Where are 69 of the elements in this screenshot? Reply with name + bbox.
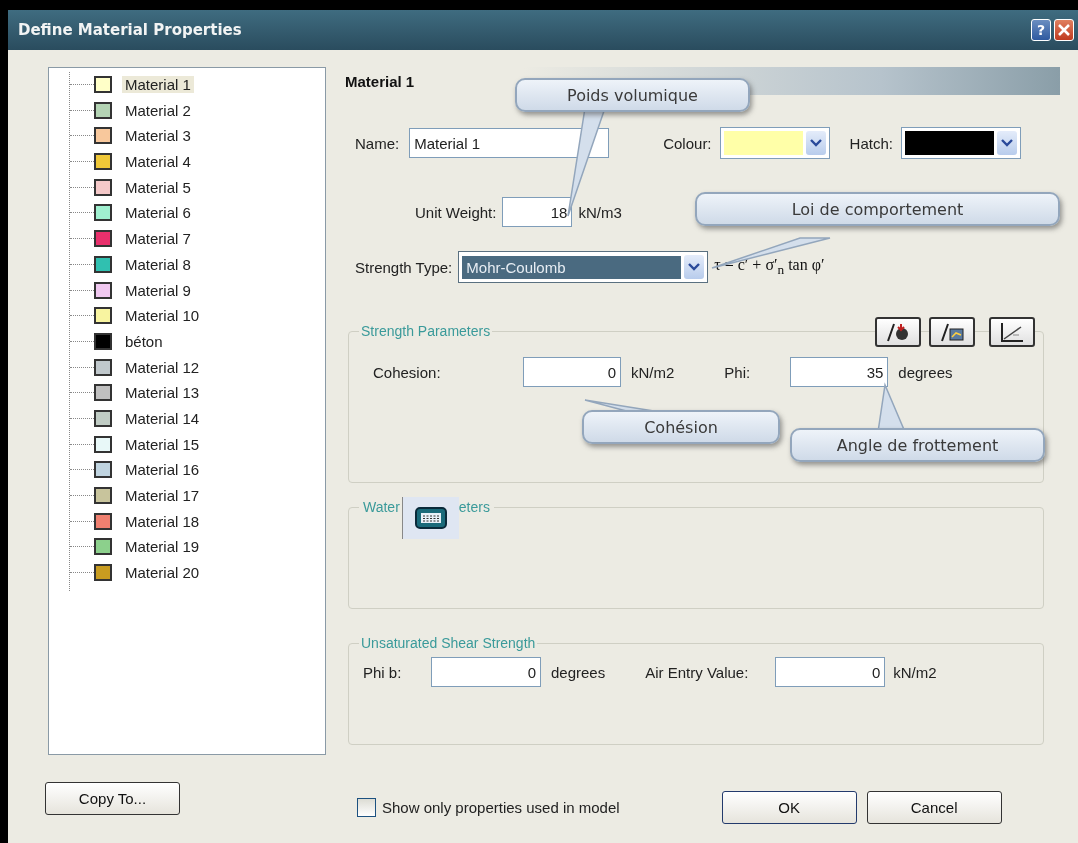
unit-label: degrees (551, 663, 606, 681)
material-item[interactable]: Material 5 (122, 178, 194, 196)
unit-label: degrees (898, 363, 953, 381)
parameter-label: Phi b: (363, 663, 403, 681)
material-item[interactable]: Material 3 (122, 127, 194, 145)
parameter-field[interactable]: 0 (523, 357, 621, 387)
unit-label: kN/m3 (578, 203, 622, 221)
tool-button[interactable] (929, 317, 975, 347)
material-item[interactable]: béton (122, 332, 166, 350)
parameter-label: Phi: (724, 363, 752, 381)
material-item[interactable]: Material 10 (122, 307, 203, 325)
hatch-dropdown[interactable] (900, 127, 1021, 159)
callout: Angle de frottement (790, 428, 1045, 462)
close-button[interactable] (1054, 19, 1074, 41)
material-item[interactable]: Material 9 (122, 281, 194, 299)
callout: Poids volumique (515, 78, 750, 112)
colour-dropdown[interactable] (719, 127, 830, 159)
material-item[interactable]: Material 6 (122, 204, 194, 222)
cancel-button[interactable]: Cancel (866, 791, 1002, 824)
tool-button[interactable] (989, 317, 1035, 347)
name-label: Name: (355, 134, 400, 152)
window-title: Define Material Properties (18, 21, 242, 39)
material-item[interactable]: Material 19 (122, 538, 203, 556)
colour-label: Colour: (663, 134, 712, 152)
material-item[interactable]: Material 18 (122, 512, 203, 530)
material-item[interactable]: Material 1 (122, 76, 194, 93)
function-icon (885, 321, 911, 343)
material-item[interactable]: Material 20 (122, 564, 203, 582)
calculator-icon (414, 506, 447, 530)
material-heading: Material 1 (345, 72, 415, 90)
group-title: eters (457, 499, 491, 515)
callout: Cohésion (582, 410, 780, 444)
material-item[interactable]: Material 4 (122, 153, 194, 171)
parameter-field[interactable]: 0 (431, 657, 541, 687)
checkbox-label: Show only properties used in model (382, 799, 620, 816)
material-item[interactable]: Material 2 (122, 101, 194, 119)
unit-weight-field[interactable]: 18 (502, 197, 573, 227)
parameter-label: Air Entry Value: (645, 663, 750, 681)
ok-button[interactable]: OK (721, 791, 857, 824)
callout: Loi de comportement (695, 192, 1060, 226)
material-item[interactable]: Material 14 (122, 409, 203, 427)
close-icon (1057, 23, 1071, 37)
parameter-field[interactable]: 0 (775, 657, 886, 687)
group-title: Water (362, 499, 401, 515)
checkbox[interactable] (357, 798, 376, 817)
strength-type-label: Strength Type: (355, 258, 453, 276)
tool-button[interactable] (875, 317, 921, 347)
material-item[interactable]: Material 16 (122, 461, 203, 479)
chart-icon (939, 321, 965, 343)
group-title: Unsaturated Shear Strength (360, 635, 537, 651)
unit-label: kN/m2 (893, 663, 937, 681)
graph-icon (999, 321, 1025, 343)
material-item[interactable]: Material 15 (122, 435, 203, 453)
material-item[interactable]: Material 12 (122, 358, 203, 376)
help-button[interactable]: ? (1031, 19, 1051, 41)
hatch-label: Hatch: (849, 134, 893, 152)
unit-label: kN/m2 (631, 363, 675, 381)
material-item[interactable]: Material 13 (122, 384, 203, 402)
parameter-field[interactable]: 35 (790, 357, 889, 387)
parameter-label: Cohesion: (373, 363, 442, 381)
material-item[interactable]: Material 8 (122, 255, 194, 273)
copy-to-button[interactable]: Copy To... (45, 782, 180, 815)
calculator-button[interactable] (401, 497, 459, 539)
material-item[interactable]: Material 7 (122, 230, 194, 248)
name-field[interactable]: Material 1 (409, 128, 610, 158)
material-item[interactable]: Material 17 (122, 487, 203, 504)
unit-weight-label: Unit Weight: (415, 203, 497, 221)
group-title: Strength Parameters (360, 323, 492, 339)
strength-type-dropdown[interactable]: Mohr-Coulomb (458, 251, 709, 283)
